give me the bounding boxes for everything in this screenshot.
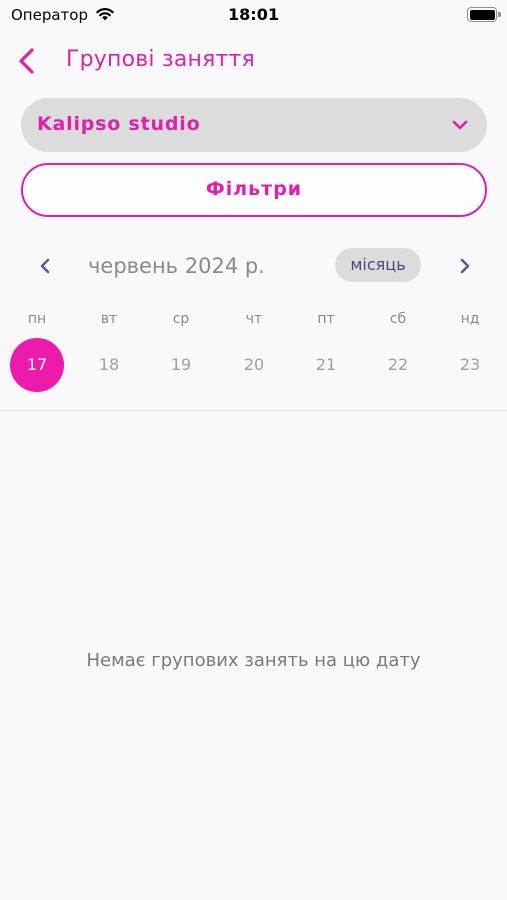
back-button[interactable] xyxy=(10,42,46,80)
studio-select-value: Kalipso studio xyxy=(37,113,201,135)
chevron-down-icon xyxy=(452,120,468,130)
calendar-divider xyxy=(0,410,507,411)
day-cell[interactable]: 22 xyxy=(371,338,425,392)
weekday-label: пт xyxy=(317,311,335,327)
weekday-label: чт xyxy=(245,311,263,327)
weekday-label: нд xyxy=(460,311,480,327)
chevron-left-icon xyxy=(19,48,34,74)
view-mode-label: місяць xyxy=(350,255,406,274)
next-month-button[interactable] xyxy=(452,252,478,280)
filters-button[interactable]: Фільтри xyxy=(21,163,487,217)
screen: Оператор 18:01 Групові заняття Kalipso s… xyxy=(0,0,507,900)
chevron-right-icon xyxy=(460,258,470,274)
studio-select[interactable]: Kalipso studio xyxy=(21,98,487,152)
weekday-label: сб xyxy=(389,311,407,327)
status-bar: Оператор 18:01 xyxy=(0,0,507,32)
empty-state-message: Немає групових занять на цю дату xyxy=(86,650,421,671)
battery-tip xyxy=(498,12,501,17)
battery-icon xyxy=(467,7,501,22)
day-cell[interactable]: 21 xyxy=(299,338,353,392)
day-cell[interactable]: 19 xyxy=(154,338,208,392)
month-label: червень 2024 р. xyxy=(88,254,265,278)
battery-level xyxy=(469,9,495,20)
day-cell[interactable]: 20 xyxy=(227,338,281,392)
status-time: 18:01 xyxy=(228,5,279,24)
day-cell[interactable]: 23 xyxy=(443,338,497,392)
prev-month-button[interactable] xyxy=(32,252,58,280)
day-cell-selected[interactable]: 17 xyxy=(10,338,64,392)
weekday-label: вт xyxy=(100,311,118,327)
page-title: Групові заняття xyxy=(66,47,255,72)
chevron-left-icon xyxy=(40,258,50,274)
filters-button-label: Фільтри xyxy=(205,178,303,200)
weekday-label: пн xyxy=(27,311,47,327)
day-cell[interactable]: 18 xyxy=(82,338,136,392)
weekday-label: ср xyxy=(172,311,190,327)
view-mode-toggle[interactable]: місяць xyxy=(335,248,421,282)
